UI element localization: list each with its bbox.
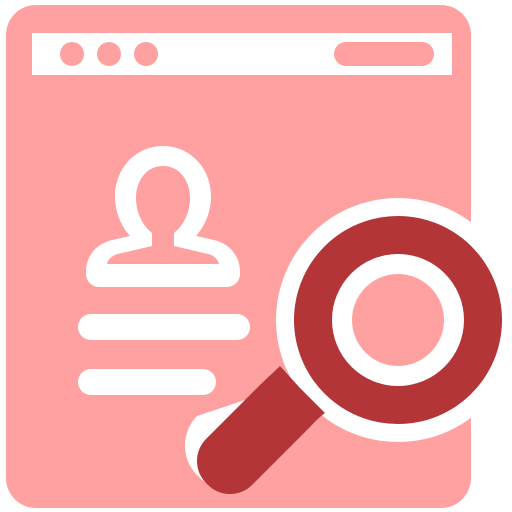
- window-dot-2: [97, 42, 121, 66]
- magnifier-lens-glass: [352, 274, 444, 366]
- text-line-2: [78, 369, 216, 395]
- window-dot-1: [60, 42, 84, 66]
- text-line-1: [78, 314, 250, 340]
- window-dot-3: [134, 42, 158, 66]
- profile-search-icon: [6, 5, 512, 508]
- window-control-dots: [60, 42, 158, 66]
- address-bar: [334, 42, 434, 66]
- profile-search-icon-stage: [0, 0, 512, 512]
